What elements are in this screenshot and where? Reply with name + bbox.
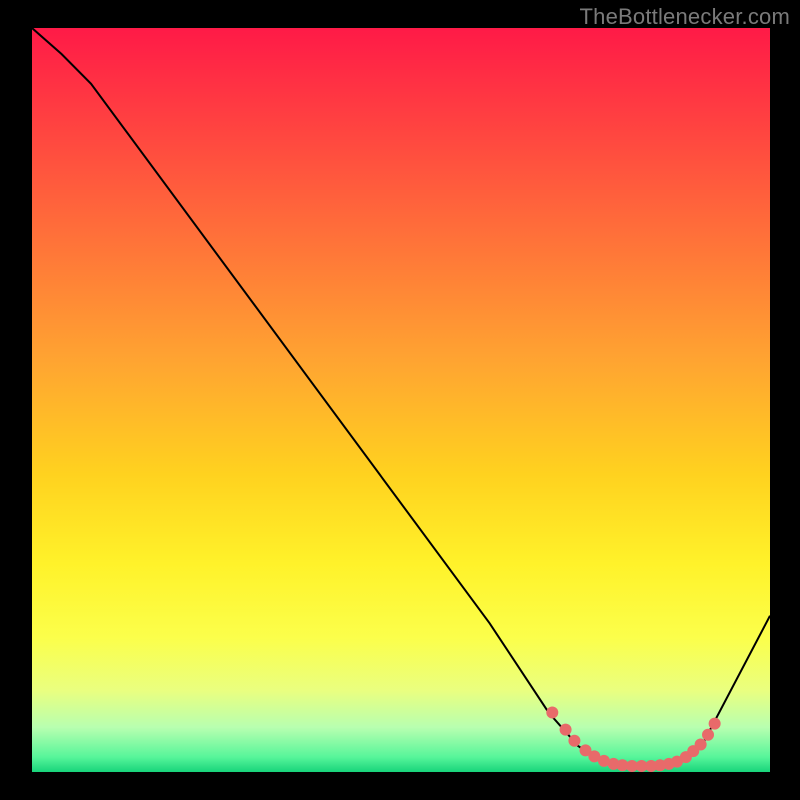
plot-area [32,28,770,772]
data-marker [568,735,580,747]
data-marker [560,724,572,736]
data-marker [702,729,714,741]
chart-frame: TheBottlenecker.com [0,0,800,800]
watermark-text: TheBottlenecker.com [580,4,790,30]
bottleneck-chart [32,28,770,772]
data-marker [709,718,721,730]
data-marker [546,706,558,718]
data-marker [695,738,707,750]
gradient-background [32,28,770,772]
